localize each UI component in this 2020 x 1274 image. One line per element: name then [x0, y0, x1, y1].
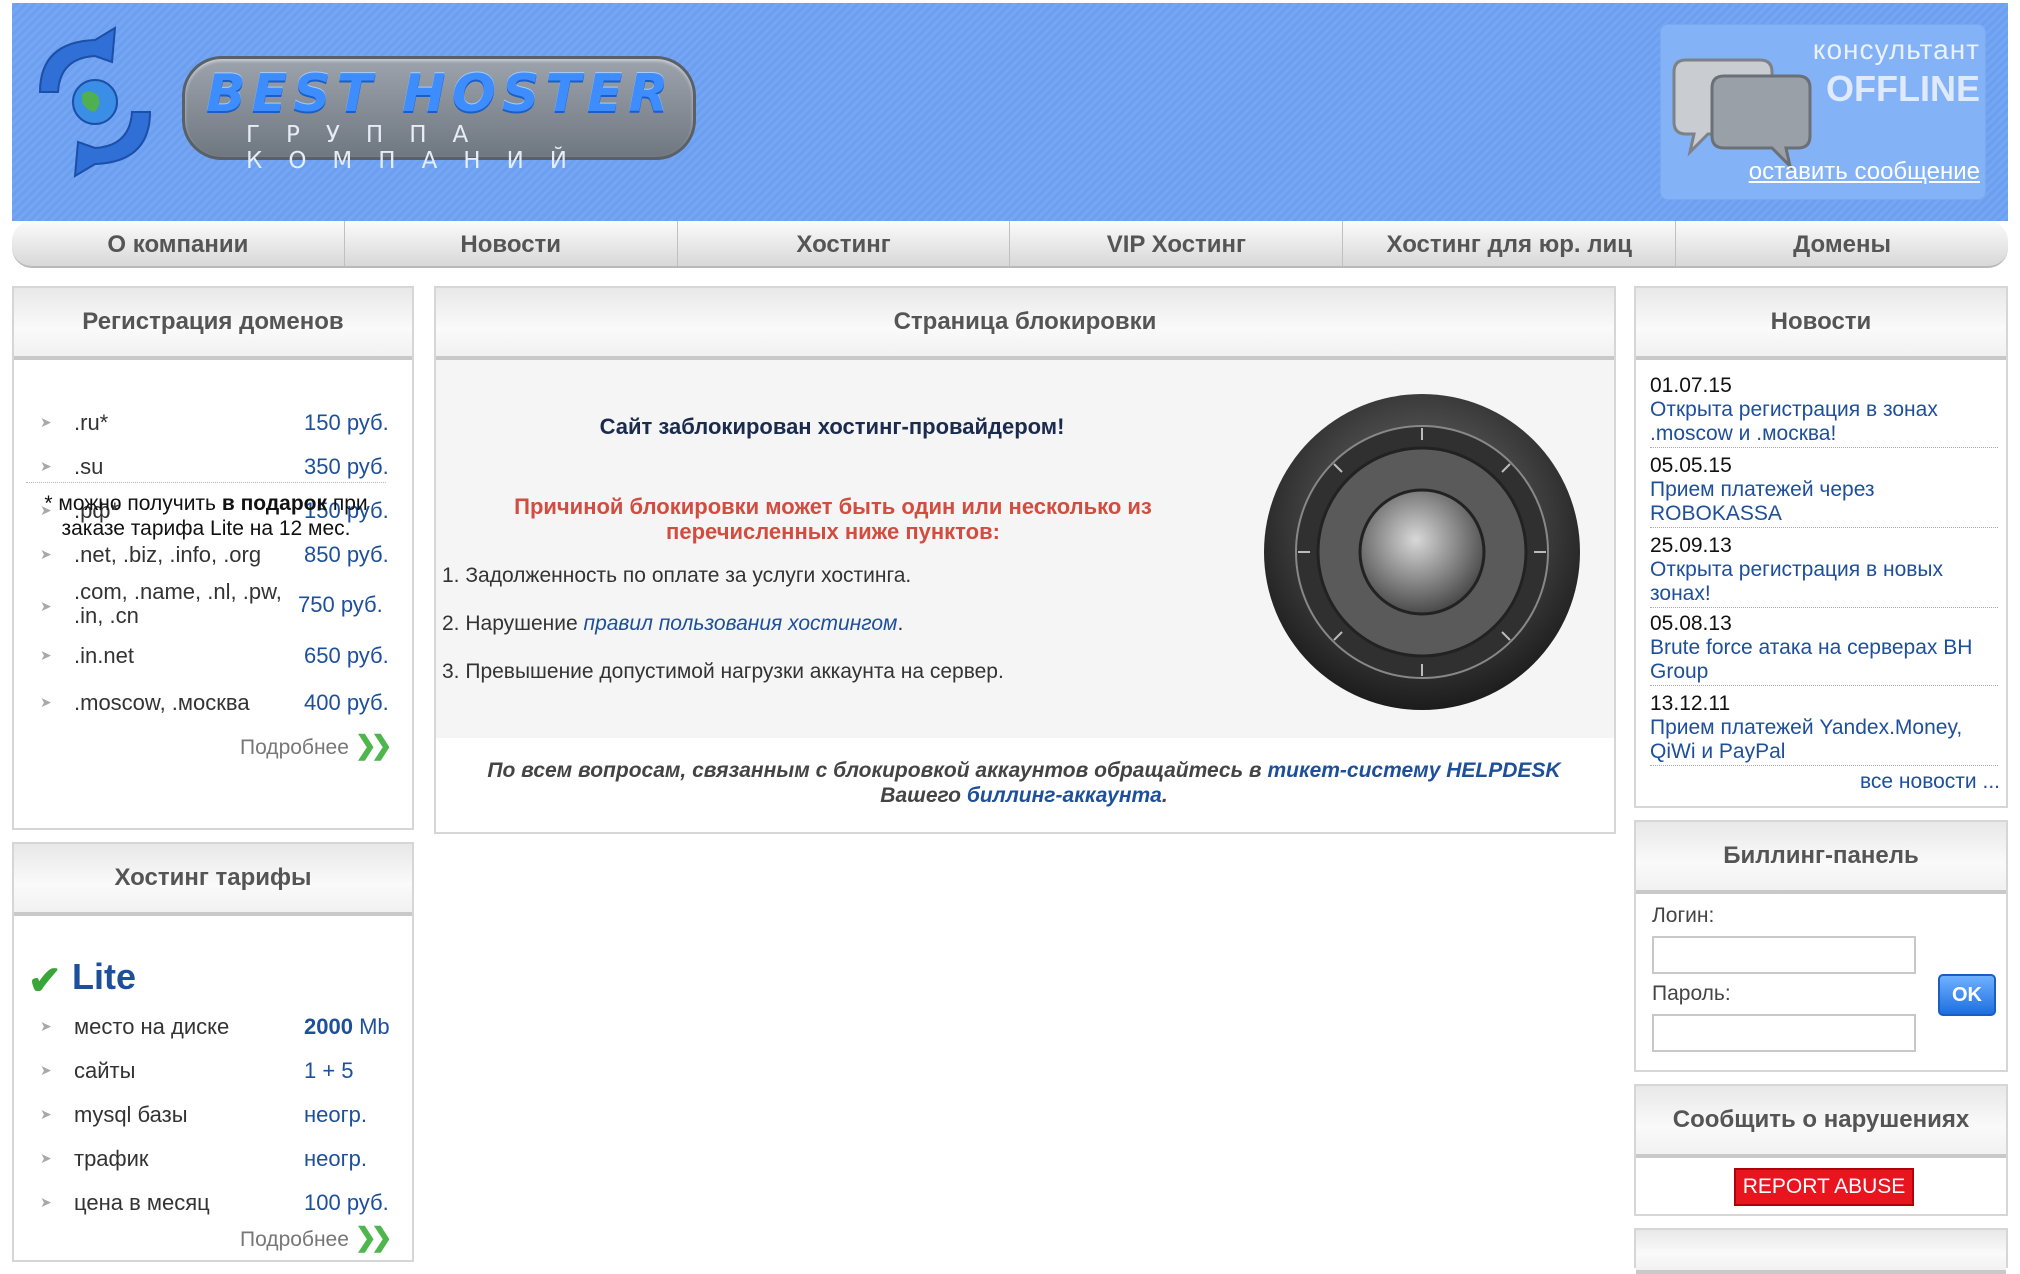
reason-item-1: 1. Задолженность по оплате за услуги хос…: [442, 564, 912, 587]
reason-heading: Причиной блокировки может быть один или …: [514, 494, 1152, 544]
bullet-icon: ➤: [40, 1106, 52, 1122]
billing-account-link[interactable]: биллинг-аккаунта: [967, 784, 1162, 807]
login-input[interactable]: [1652, 936, 1916, 974]
bullet-icon: ➤: [40, 1194, 52, 1210]
news-link[interactable]: Прием платежей Yandex.Money, QiWi и PayP…: [1650, 716, 1998, 766]
login-label: Логин:: [1652, 904, 1715, 927]
consultant-status: OFFLINE: [1826, 68, 1980, 109]
logo-subtitle: ГРУППА КОМПАНИЙ: [246, 122, 594, 174]
billing-panel-title: Биллинг-панель: [1636, 822, 2006, 894]
news-panel-title: Новости: [1636, 288, 2006, 360]
bullet-icon: ➤: [40, 546, 52, 562]
bullet-icon: ➤: [40, 458, 52, 474]
plan-name[interactable]: Lite: [72, 956, 136, 998]
gift-note: * можно получить в подарок при заказе та…: [26, 482, 386, 541]
blocked-message: Сайт заблокирован хостинг-провайдером!: [599, 414, 1065, 439]
news-link[interactable]: Открыта регистрация в зонах .moscow и .м…: [1650, 398, 1998, 448]
bullet-icon: ➤: [40, 1018, 52, 1034]
password-input[interactable]: [1652, 1014, 1916, 1052]
double-chevron-icon: ❯❯: [354, 730, 392, 760]
nav-business-hosting[interactable]: Хостинг для юр. лиц: [1343, 221, 1677, 266]
news-link[interactable]: Прием платежей через ROBOKASSA: [1650, 478, 1998, 528]
logo-name[interactable]: BEST HOSTER: [206, 64, 686, 124]
nav-domains[interactable]: Домены: [1676, 221, 2008, 266]
news-date: 01.07.15: [1650, 374, 1732, 397]
logo-emblem-icon[interactable]: [20, 22, 170, 182]
nav-hosting[interactable]: Хостинг: [678, 221, 1011, 266]
news-date: 05.05.15: [1650, 454, 1732, 477]
domains-more-link[interactable]: Подробнее ❯❯: [240, 730, 392, 761]
bullet-icon: ➤: [40, 1062, 52, 1078]
tariffs-panel-title: Хостинг тарифы: [14, 844, 412, 916]
news-date: 25.09.13: [1650, 534, 1732, 557]
bullet-icon: ➤: [40, 598, 52, 614]
report-abuse-button[interactable]: REPORT ABUSE: [1734, 1168, 1914, 1206]
bullet-icon: ➤: [40, 647, 52, 663]
news-date: 13.12.11: [1650, 692, 1731, 715]
password-label: Пароль:: [1652, 982, 1731, 1005]
login-ok-button[interactable]: OK: [1938, 974, 1996, 1016]
news-link[interactable]: Открыта регистрация в новых зонах!: [1650, 558, 1998, 608]
all-news-link[interactable]: все новости ...: [1860, 770, 2000, 794]
news-date: 05.08.13: [1650, 612, 1732, 635]
main-nav: О компании Новости Хостинг VIP Хостинг Х…: [12, 221, 2008, 268]
domain-row: ➤ .com, .name, .nl, .pw, .in, .cn 750 руб.: [40, 579, 383, 628]
bullet-icon: ➤: [40, 694, 52, 710]
bullet-icon: ➤: [40, 414, 52, 430]
nav-about[interactable]: О компании: [12, 221, 345, 266]
leave-message-link[interactable]: оставить сообщение: [1720, 158, 1980, 186]
reason-item-3: 3. Превышение допустимой нагрузки аккаун…: [442, 660, 1004, 683]
helpdesk-link[interactable]: тикет-систему HELPDESK: [1267, 759, 1560, 782]
tariffs-more-link[interactable]: Подробнее ❯❯: [240, 1222, 392, 1253]
next-panel: [1634, 1228, 2008, 1274]
domains-panel-title: Регистрация доменов: [14, 288, 412, 360]
safe-dial-icon: [1264, 394, 1580, 710]
nav-vip-hosting[interactable]: VIP Хостинг: [1010, 221, 1344, 266]
news-link[interactable]: Brute force атака на серверах BH Group: [1650, 636, 1998, 686]
contact-note: По всем вопросам, связанным с блокировко…: [487, 759, 1561, 807]
double-chevron-icon: ❯❯: [354, 1222, 392, 1252]
bullet-icon: ➤: [40, 1150, 52, 1166]
news-panel: Новости 01.07.15 Открыта регистрация в з…: [1634, 286, 2008, 808]
nav-news[interactable]: Новости: [345, 221, 678, 266]
next-panel-head: [1636, 1230, 2006, 1274]
checkmark-icon: ✔: [28, 959, 62, 1003]
hosting-rules-link[interactable]: правил пользования хостингом: [584, 612, 898, 635]
reason-item-2: 2. Нарушение правил пользования хостинго…: [442, 612, 904, 635]
abuse-panel-title: Сообщить о нарушениях: [1636, 1086, 2006, 1158]
consultant-title: консультант: [1812, 34, 1980, 65]
block-page-title: Страница блокировки: [436, 288, 1614, 360]
